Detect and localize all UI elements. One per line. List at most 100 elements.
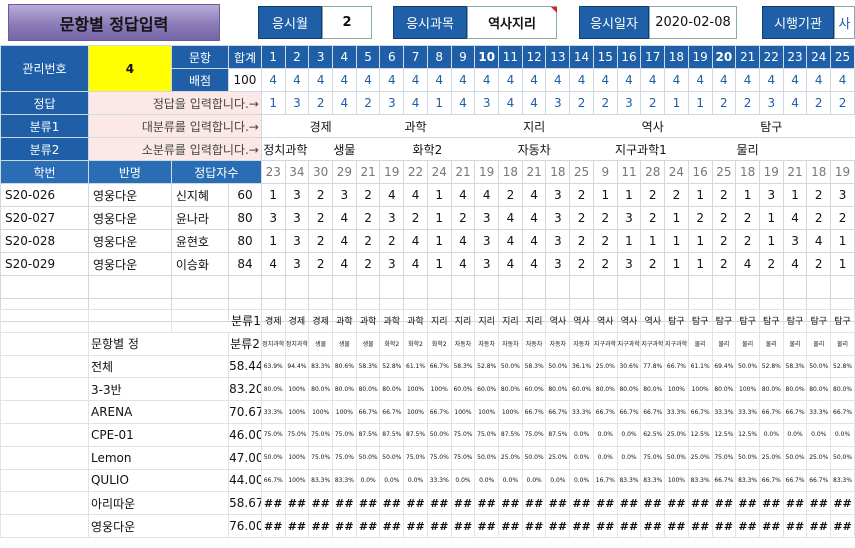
mgmt-number[interactable]: 4 xyxy=(87,45,172,92)
category2-cell[interactable]: 물리 xyxy=(688,137,807,161)
student-answer[interactable]: 4 xyxy=(498,252,523,276)
student-answer[interactable]: 2 xyxy=(806,252,832,276)
student-answer[interactable]: 4 xyxy=(403,229,428,253)
answer-cell[interactable]: 2 xyxy=(640,91,666,115)
student-answer[interactable]: 2 xyxy=(735,229,760,253)
student-answer[interactable]: 4 xyxy=(806,229,832,253)
category1-cell[interactable]: 지리 xyxy=(474,114,594,138)
score-cell[interactable]: 4 xyxy=(782,68,808,92)
empty-cell[interactable] xyxy=(735,275,760,299)
category2-cell[interactable]: 정치과학 xyxy=(261,137,309,161)
student-answer[interactable]: 4 xyxy=(782,252,808,276)
empty-cell[interactable] xyxy=(474,275,500,299)
student-class[interactable]: 영웅다운 xyxy=(87,229,172,253)
student-answer[interactable]: 4 xyxy=(332,252,357,276)
student-answer[interactable]: 4 xyxy=(521,252,547,276)
category2-cell[interactable]: 자동차 xyxy=(474,137,594,161)
student-answer[interactable]: 1 xyxy=(640,229,666,253)
student-name[interactable]: 이승화 xyxy=(170,252,230,276)
empty-cell[interactable] xyxy=(0,275,89,299)
student-answer[interactable]: 2 xyxy=(569,229,594,253)
student-answer[interactable]: 1 xyxy=(616,229,642,253)
student-answer[interactable]: 1 xyxy=(758,206,784,230)
student-answer[interactable]: 2 xyxy=(830,206,855,230)
student-id[interactable]: S20-029 xyxy=(0,252,89,276)
answer-cell[interactable]: 2 xyxy=(355,91,381,115)
answer-cell[interactable]: 1 xyxy=(426,91,452,115)
student-answer[interactable]: 4 xyxy=(498,229,523,253)
student-answer[interactable]: 4 xyxy=(521,206,547,230)
student-answer[interactable]: 1 xyxy=(664,229,689,253)
student-answer[interactable]: 3 xyxy=(474,252,500,276)
empty-cell[interactable] xyxy=(379,275,405,299)
student-answer[interactable]: 4 xyxy=(260,252,286,276)
student-answer[interactable]: 2 xyxy=(711,206,737,230)
answer-cell[interactable]: 1 xyxy=(260,91,286,115)
student-answer[interactable]: 3 xyxy=(545,229,571,253)
category2-cell[interactable]: 생물 xyxy=(308,137,380,161)
student-answer[interactable]: 2 xyxy=(592,252,618,276)
student-answer[interactable]: 4 xyxy=(379,183,405,207)
student-answer[interactable]: 1 xyxy=(830,252,855,276)
student-answer[interactable]: 2 xyxy=(569,183,594,207)
score-cell[interactable]: 4 xyxy=(664,68,689,92)
student-id[interactable]: S20-027 xyxy=(0,206,89,230)
answer-cell[interactable]: 3 xyxy=(379,91,405,115)
empty-cell[interactable] xyxy=(170,275,230,299)
student-answer[interactable]: 2 xyxy=(640,252,666,276)
student-answer[interactable]: 4 xyxy=(332,229,357,253)
answer-cell[interactable]: 1 xyxy=(687,91,713,115)
student-answer[interactable]: 4 xyxy=(735,252,760,276)
category2-cell[interactable]: 지구과학1 xyxy=(593,137,689,161)
student-answer[interactable]: 3 xyxy=(616,252,642,276)
student-answer[interactable]: 1 xyxy=(260,229,286,253)
student-class[interactable]: 영웅다운 xyxy=(87,206,172,230)
empty-cell[interactable] xyxy=(758,275,784,299)
student-answer[interactable]: 2 xyxy=(640,206,666,230)
student-answer[interactable]: 4 xyxy=(521,183,547,207)
category1-cell[interactable]: 과학 xyxy=(356,114,475,138)
student-answer[interactable]: 3 xyxy=(284,183,310,207)
student-answer[interactable]: 4 xyxy=(332,206,357,230)
student-answer[interactable]: 3 xyxy=(284,229,310,253)
student-answer[interactable]: 1 xyxy=(758,229,784,253)
score-cell[interactable]: 4 xyxy=(355,68,381,92)
subject-value[interactable]: 역사지리 xyxy=(467,6,557,39)
student-answer[interactable]: 2 xyxy=(735,206,760,230)
student-answer[interactable]: 2 xyxy=(806,206,832,230)
empty-cell[interactable] xyxy=(450,275,476,299)
student-answer[interactable]: 2 xyxy=(592,229,618,253)
answer-cell[interactable]: 3 xyxy=(545,91,571,115)
student-answer[interactable]: 4 xyxy=(450,229,476,253)
answer-cell[interactable]: 4 xyxy=(498,91,523,115)
student-answer[interactable]: 2 xyxy=(592,206,618,230)
score-cell[interactable]: 4 xyxy=(498,68,523,92)
student-answer[interactable]: 1 xyxy=(426,183,452,207)
date-value[interactable]: 2020-02-08 xyxy=(649,6,737,39)
score-cell[interactable]: 4 xyxy=(711,68,737,92)
empty-cell[interactable] xyxy=(403,275,428,299)
score-cell[interactable]: 4 xyxy=(332,68,357,92)
empty-cell[interactable] xyxy=(782,275,808,299)
student-answer[interactable]: 2 xyxy=(687,206,713,230)
org-value[interactable]: 사 xyxy=(834,6,855,39)
empty-cell[interactable] xyxy=(284,275,310,299)
empty-cell[interactable] xyxy=(228,275,262,299)
answer-cell[interactable]: 3 xyxy=(284,91,310,115)
student-answer[interactable]: 2 xyxy=(711,229,737,253)
month-value[interactable]: 2 xyxy=(322,6,372,39)
student-answer[interactable]: 1 xyxy=(830,229,855,253)
score-cell[interactable]: 4 xyxy=(758,68,784,92)
student-answer[interactable]: 1 xyxy=(687,183,713,207)
student-answer[interactable]: 2 xyxy=(355,206,381,230)
student-answer[interactable]: 1 xyxy=(260,183,286,207)
student-answer[interactable]: 1 xyxy=(687,252,713,276)
answer-cell[interactable]: 3 xyxy=(616,91,642,115)
score-cell[interactable]: 4 xyxy=(474,68,500,92)
empty-cell[interactable] xyxy=(569,275,594,299)
student-answer[interactable]: 4 xyxy=(450,183,476,207)
student-answer[interactable]: 2 xyxy=(308,252,334,276)
score-cell[interactable]: 4 xyxy=(379,68,405,92)
student-answer[interactable]: 2 xyxy=(640,183,666,207)
student-answer[interactable]: 2 xyxy=(450,206,476,230)
